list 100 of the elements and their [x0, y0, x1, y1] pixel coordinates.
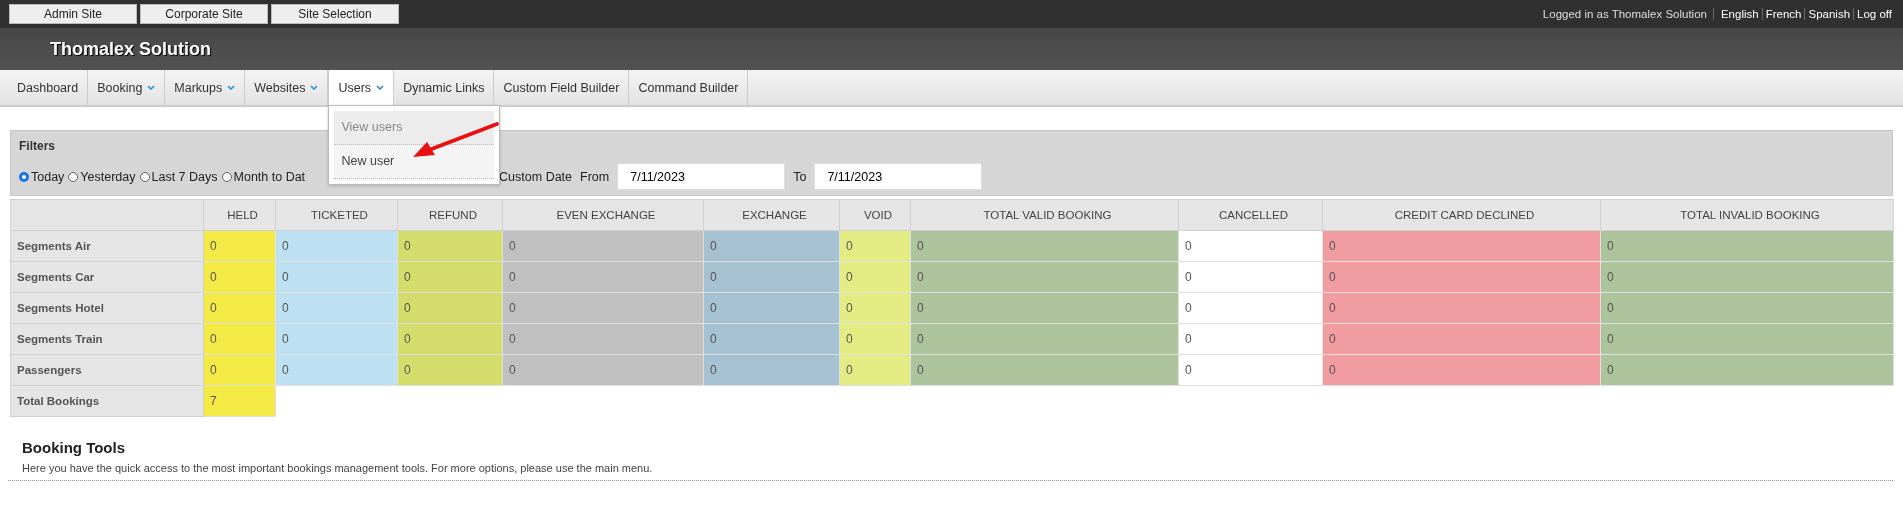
table-cell: 0 [839, 292, 911, 324]
table-cell: 7 [203, 385, 276, 417]
nav-tab[interactable]: Markups [165, 70, 246, 105]
table-cell: 0 [502, 323, 704, 355]
to-date-field[interactable]: 7/11/2023 [814, 163, 983, 190]
table-cell: 0 [502, 354, 704, 386]
row-header: Passengers [10, 354, 204, 386]
from-date-field[interactable]: 7/11/2023 [617, 163, 786, 190]
table-cell: 0 [1600, 292, 1894, 324]
radio-option[interactable]: Yesterday [68, 169, 136, 184]
radio-option[interactable]: Today [19, 169, 65, 184]
radio-button[interactable] [221, 171, 232, 182]
table-cell: 0 [275, 230, 398, 262]
column-header: REFUND [397, 199, 503, 231]
site-button[interactable]: Admin Site [9, 4, 137, 24]
filters-title: Filters [19, 139, 56, 153]
radio-button[interactable] [19, 171, 29, 182]
column-header: EXCHANGE [703, 199, 840, 231]
table-cell: 0 [397, 354, 503, 386]
table-cell: 0 [1322, 230, 1601, 262]
logged-in-text: Logged in as Thomalex Solution [1542, 8, 1714, 20]
row-header: Segments Car [10, 261, 204, 293]
table-cell: 0 [502, 292, 704, 324]
section-title: Booking Tools [22, 439, 127, 456]
nav-tab[interactable]: Dashboard [8, 70, 89, 105]
column-header: HELD [203, 199, 276, 231]
nav-tab[interactable]: Custom Field Builder [494, 70, 630, 105]
row-header: Segments Train [10, 323, 204, 355]
column-header: VOID [839, 199, 911, 231]
table-cell: 0 [1178, 323, 1323, 355]
table-cell: 0 [203, 292, 276, 324]
column-header: TOTAL VALID BOOKING [910, 199, 1179, 231]
radio-label: Custom Date [499, 169, 573, 184]
nav-tab[interactable]: Users [328, 70, 395, 105]
table-cell: 0 [1178, 354, 1323, 386]
table-cell: 0 [1322, 323, 1601, 355]
table-cell: 0 [1322, 261, 1601, 293]
table-cell: 0 [203, 261, 276, 293]
table-cell: 0 [502, 230, 704, 262]
table-cell: 0 [1322, 292, 1601, 324]
table-cell: 0 [839, 261, 911, 293]
table-cell: 0 [910, 323, 1179, 355]
table-cell: 0 [910, 292, 1179, 324]
table-cell: 0 [703, 323, 840, 355]
nav-tab[interactable]: Command Builder [629, 70, 749, 105]
column-header: EVEN EXCHANGE [502, 199, 704, 231]
radio-option[interactable]: Last 7 Days [139, 169, 218, 184]
from-label: From [580, 169, 610, 184]
table-cell: 0 [203, 323, 276, 355]
radio-button[interactable] [139, 171, 150, 182]
to-label: To [793, 169, 807, 184]
site-title: Thomalex Solution [50, 38, 211, 60]
row-header: Segments Air [10, 230, 204, 262]
table-cell: 0 [203, 354, 276, 386]
table-cell: 0 [275, 261, 398, 293]
table-cell: 0 [397, 292, 503, 324]
table-cell: 0 [703, 292, 840, 324]
column-header: CANCELLED [1178, 199, 1323, 231]
table-cell: 0 [397, 230, 503, 262]
table-cell: 0 [1600, 354, 1894, 386]
site-button[interactable]: Corporate Site [140, 4, 268, 24]
top-link[interactable]: English [1717, 8, 1762, 20]
table-cell: 0 [397, 323, 503, 355]
table-cell: 0 [1178, 292, 1323, 324]
nav-tab[interactable]: Booking [88, 70, 166, 105]
table-cell: 0 [1322, 354, 1601, 386]
table-cell: 0 [839, 354, 911, 386]
row-header: Segments Hotel [10, 292, 204, 324]
table-cell: 0 [910, 230, 1179, 262]
top-link[interactable]: French [1761, 8, 1805, 20]
column-header: CREDIT CARD DECLINED [1322, 199, 1601, 231]
table-cell: 0 [839, 323, 911, 355]
table-cell: 0 [703, 230, 840, 262]
site-button[interactable]: Site Selection [271, 4, 399, 24]
table-cell: 0 [397, 261, 503, 293]
menu-item[interactable]: New user [334, 145, 495, 179]
top-link[interactable]: Spanish [1804, 8, 1854, 20]
table-cell: 0 [1600, 323, 1894, 355]
table-cell: 0 [839, 230, 911, 262]
nav-tab[interactable]: Dynamic Links [394, 70, 495, 105]
column-header: TOTAL INVALID BOOKING [1600, 199, 1894, 231]
table-cell: 0 [1178, 261, 1323, 293]
top-link[interactable]: Log off [1853, 8, 1895, 20]
radio-option[interactable]: Month to Dat [221, 169, 306, 184]
section-description: Here you have the quick access to the most important bookings management tools. For more options, please use the main menu. [22, 462, 654, 474]
table-cell: 0 [910, 354, 1179, 386]
row-header: Total Bookings [10, 385, 204, 417]
table-cell: 0 [203, 230, 276, 262]
table-cell: 0 [275, 292, 398, 324]
table-cell: 0 [275, 354, 398, 386]
table-cell: 0 [1600, 261, 1894, 293]
table-cell: 0 [275, 323, 398, 355]
table-cell: 0 [703, 354, 840, 386]
table-cell: 0 [502, 261, 704, 293]
table-cell: 0 [703, 261, 840, 293]
table-cell: 0 [1178, 230, 1323, 262]
table-cell: 0 [1600, 230, 1894, 262]
column-header: TICKETED [275, 199, 398, 231]
table-cell: 0 [910, 261, 1179, 293]
radio-button[interactable] [68, 171, 79, 182]
